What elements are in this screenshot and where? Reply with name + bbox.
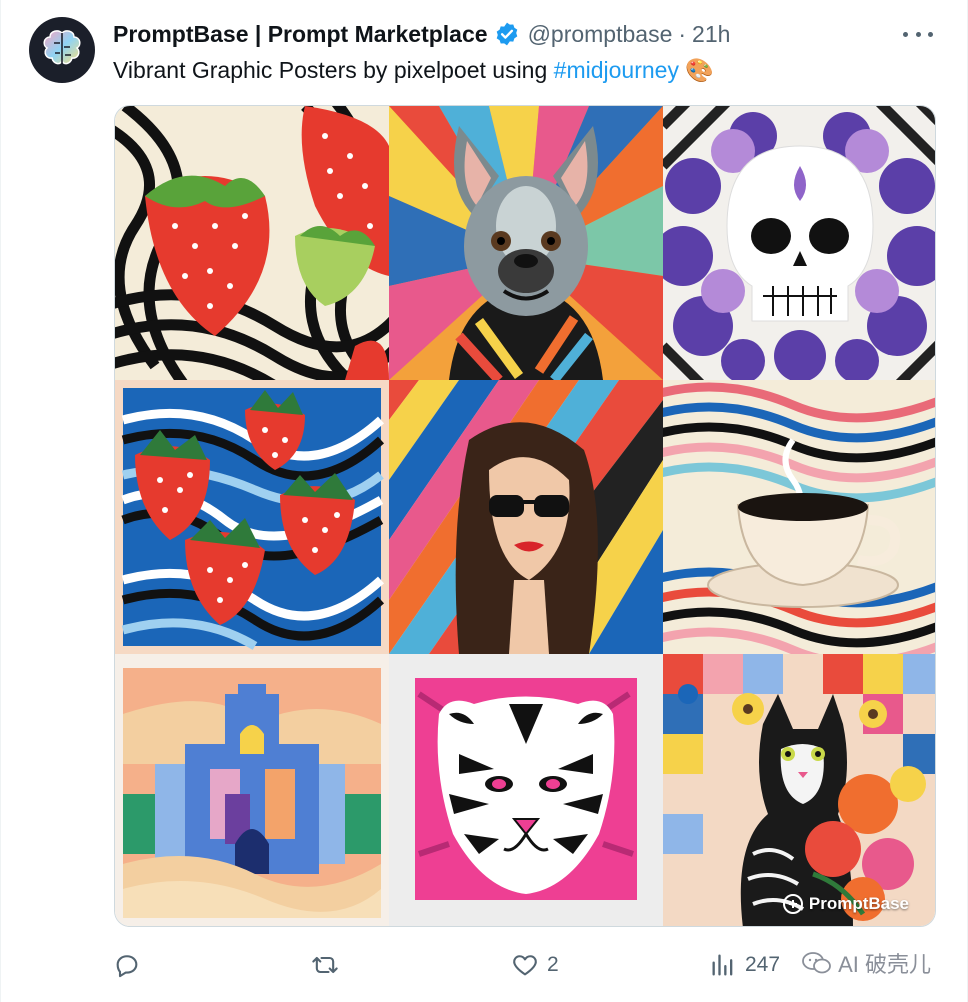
coffee-poster-icon	[663, 380, 935, 654]
tweet-card[interactable]: PromptBase | Prompt Marketplace @promptb…	[0, 0, 968, 1002]
author-name[interactable]: PromptBase | Prompt Marketplace	[113, 21, 488, 48]
image-strawberries[interactable]	[115, 106, 389, 380]
promptbase-logo-icon	[782, 894, 803, 914]
tiger-poster-icon	[389, 654, 663, 926]
verified-badge-icon	[496, 22, 517, 46]
palette-emoji-icon: 🎨	[685, 57, 714, 83]
retweet-button[interactable]	[311, 945, 347, 985]
hashtag-link[interactable]: #midjourney	[554, 57, 679, 83]
tweet-header: PromptBase | Prompt Marketplace @promptb…	[113, 18, 730, 50]
watermark: PromptBase	[782, 894, 909, 914]
image-sugar-skull[interactable]	[663, 106, 935, 380]
more-options-icon[interactable]	[903, 22, 933, 46]
views-chart-icon	[712, 954, 733, 976]
reply-button[interactable]	[113, 945, 149, 985]
brain-logo-icon	[43, 30, 81, 65]
author-handle[interactable]: @promptbase	[528, 21, 673, 48]
tweet-text-body: Vibrant Graphic Posters by pixelpoet usi…	[113, 57, 554, 83]
woman-poster-icon	[389, 380, 663, 654]
wechat-watermark: AI 破壳儿	[796, 945, 937, 981]
image-bulldog[interactable]	[389, 106, 663, 380]
image-cat-flowers[interactable]: PromptBase	[663, 654, 935, 926]
image-coffee-cup[interactable]	[663, 380, 935, 654]
city-poster-icon	[115, 654, 389, 926]
views-count: 247	[745, 953, 781, 976]
wechat-label: AI 破壳儿	[838, 952, 931, 977]
retweet-icon	[312, 956, 338, 974]
like-button[interactable]: 2	[511, 945, 559, 985]
strawberry-blue-poster-icon	[115, 380, 389, 654]
cat-poster-icon	[663, 654, 935, 926]
skull-poster-icon	[663, 106, 935, 380]
heart-icon	[513, 955, 537, 976]
strawberry-poster-icon	[115, 106, 389, 380]
reply-icon	[116, 955, 138, 978]
timestamp[interactable]: 21h	[692, 21, 730, 48]
avatar[interactable]	[29, 17, 95, 83]
wechat-icon	[802, 952, 831, 974]
image-desert-city[interactable]	[115, 654, 389, 926]
image-strawberries-blue[interactable]	[115, 380, 389, 654]
media-grid[interactable]: PromptBase	[114, 105, 936, 927]
views-button[interactable]: 247	[709, 945, 780, 985]
bulldog-poster-icon	[389, 106, 663, 380]
tweet-text: Vibrant Graphic Posters by pixelpoet usi…	[113, 55, 714, 85]
separator-dot: ·	[678, 20, 687, 47]
image-tiger[interactable]	[389, 654, 663, 926]
watermark-label: PromptBase	[808, 894, 909, 913]
image-woman-sunglasses[interactable]	[389, 380, 663, 654]
like-count: 2	[547, 953, 559, 976]
